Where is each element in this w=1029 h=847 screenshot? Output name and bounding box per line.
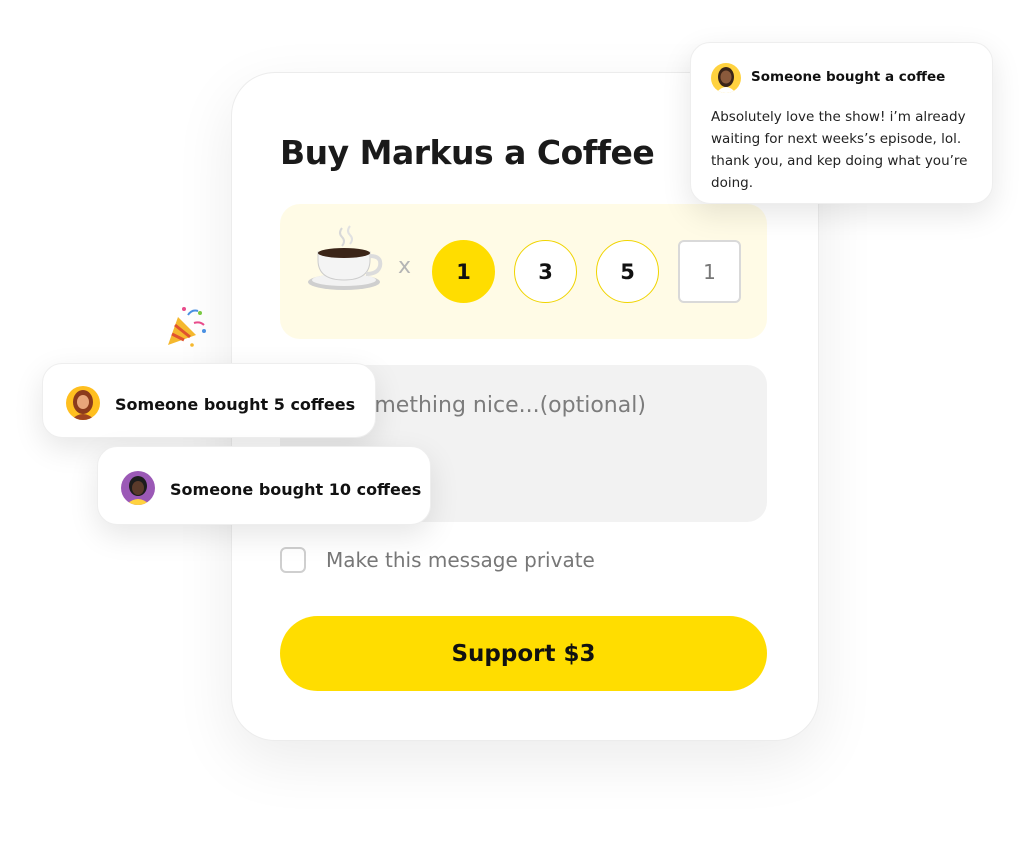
notification-coffee: Someone bought a coffee Absolutely love … [690, 42, 993, 204]
avatar [121, 471, 155, 505]
quantity-option-3[interactable]: 3 [514, 240, 577, 303]
avatar [66, 386, 100, 420]
notification-message: Absolutely love the show! i’m already wa… [711, 109, 968, 191]
private-checkbox[interactable] [280, 547, 306, 573]
quantity-option-1[interactable]: 1 [432, 240, 495, 303]
support-button[interactable]: Support $3 [280, 616, 767, 691]
notification-title: Someone bought 10 coffees [170, 480, 422, 499]
quantity-option-5[interactable]: 5 [596, 240, 659, 303]
coffee-cup-icon [308, 225, 383, 290]
private-label: Make this message private [326, 548, 595, 572]
avatar [711, 63, 741, 93]
notification-title: Someone bought a coffee [751, 69, 946, 85]
coffee-quantity-picker: x 1 3 5 [280, 204, 767, 339]
page-title: Buy Markus a Coffee [280, 133, 655, 172]
private-message-row: Make this message private [280, 547, 595, 573]
multiplier-symbol: x [398, 254, 412, 279]
notification-title: Someone bought 5 coffees [115, 395, 356, 414]
notification-5-coffees: Someone bought 5 coffees [42, 363, 376, 438]
custom-quantity-input[interactable] [678, 240, 741, 303]
notification-10-coffees: Someone bought 10 coffees [97, 446, 431, 525]
party-popper-icon [168, 307, 206, 347]
